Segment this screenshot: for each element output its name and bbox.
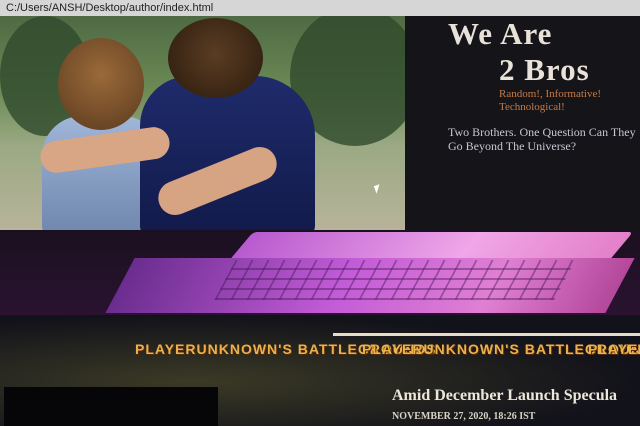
divider <box>333 333 640 336</box>
page-title-line2: 2 Bros <box>499 52 590 87</box>
news-card[interactable]: PLAYERUNKNOWN'S BATTLEGROUNDS PLAYERUNKN… <box>0 315 640 426</box>
address-bar[interactable]: C:/Users/ANSH/Desktop/author/index.html <box>0 0 640 16</box>
hero-question: Two Brothers. One Question Can They Go B… <box>448 125 636 153</box>
tagline: Random!, Informative! Technological! <box>499 88 602 113</box>
hero-photo-brothers <box>0 16 405 230</box>
news-headline[interactable]: Amid December Launch Specula <box>392 387 617 405</box>
page-title-line1: We Are <box>448 16 553 51</box>
news-date: NOVEMBER 27, 2020, 18:26 IST <box>392 411 536 422</box>
game-logo: PLAYERUNKNOWN'S BATTLEGROUNDS <box>588 341 640 357</box>
keyboard <box>214 260 576 300</box>
laptop-image <box>0 230 640 315</box>
overlay-box <box>4 387 218 426</box>
address-url: C:/Users/ANSH/Desktop/author/index.html <box>6 2 214 14</box>
hero-text-panel: We Are 2 Bros Random!, Informative! Tech… <box>405 16 640 230</box>
